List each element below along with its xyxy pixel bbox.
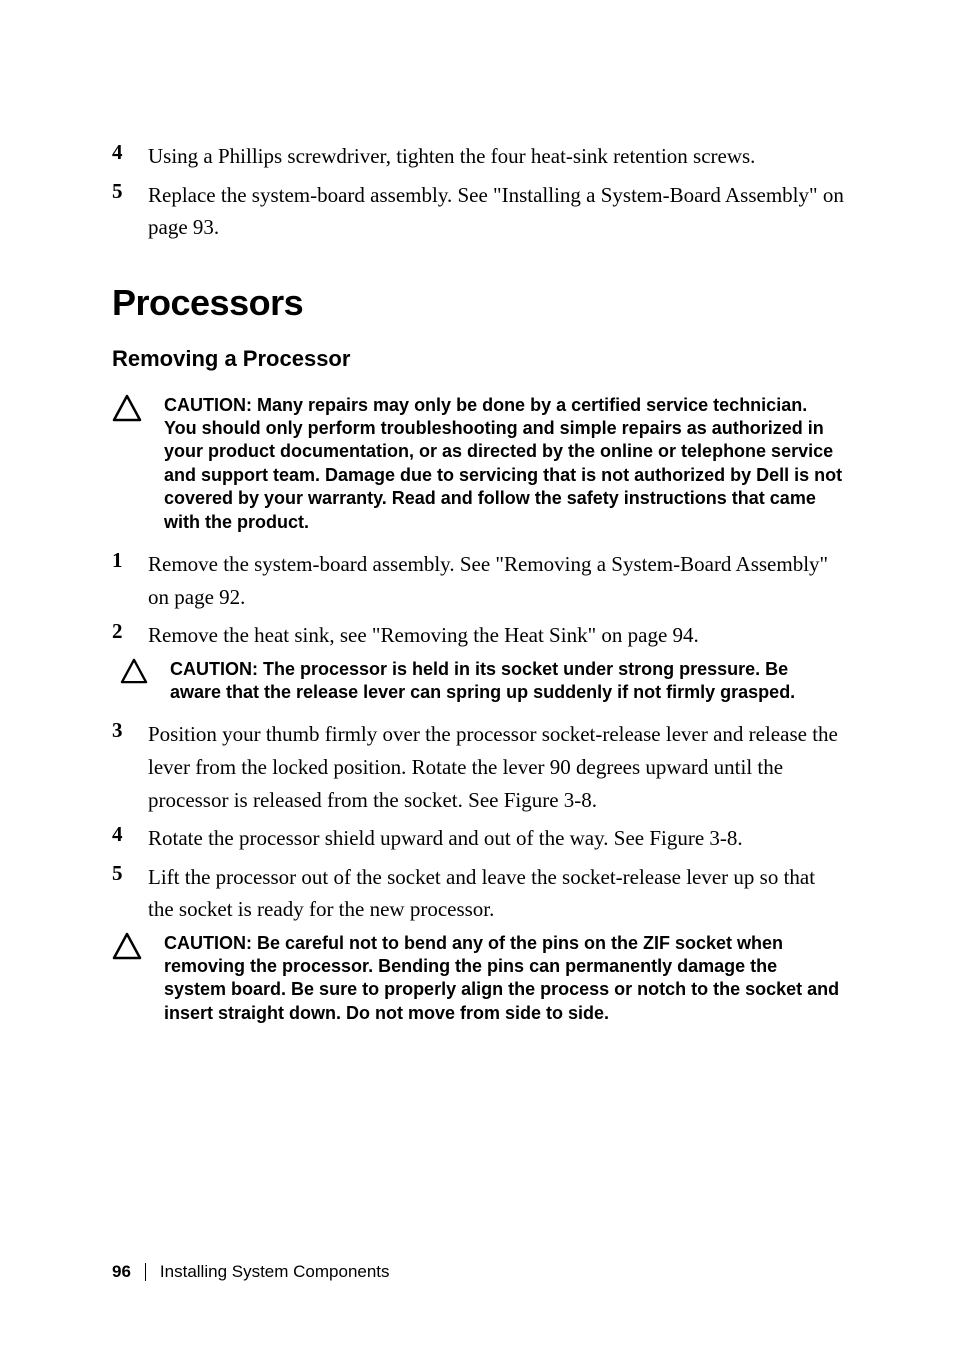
caution-text: CAUTION: Many repairs may only be done b… [164,394,844,534]
list-item: 5 Lift the processor out of the socket a… [112,861,844,926]
list-item: 4 Using a Phillips screwdriver, tighten … [112,140,844,173]
caution-icon [112,932,164,1026]
list-text: Remove the heat sink, see "Removing the … [148,619,844,652]
list-text: Remove the system-board assembly. See "R… [148,548,844,613]
caution-icon [112,394,164,534]
list-text: Position your thumb firmly over the proc… [148,718,844,816]
list-item: 3 Position your thumb firmly over the pr… [112,718,844,816]
list-number: 4 [112,822,148,855]
page-footer: 96 Installing System Components [112,1262,390,1282]
list-item: 2 Remove the heat sink, see "Removing th… [112,619,844,652]
list-text: Rotate the processor shield upward and o… [148,822,844,855]
page-container: 4 Using a Phillips screwdriver, tighten … [0,0,954,1354]
list-number: 4 [112,140,148,173]
section-heading: Processors [112,282,844,324]
footer-divider [145,1263,146,1281]
list-text: Replace the system-board assembly. See "… [148,179,844,244]
list-item: 1 Remove the system-board assembly. See … [112,548,844,613]
list-item: 5 Replace the system-board assembly. See… [112,179,844,244]
caution-block: CAUTION: Be careful not to bend any of t… [112,932,844,1026]
caution-block: CAUTION: The processor is held in its so… [114,658,844,705]
caution-text: CAUTION: Be careful not to bend any of t… [164,932,844,1026]
subsection-heading: Removing a Processor [112,346,844,372]
footer-section: Installing System Components [160,1262,390,1282]
list-number: 2 [112,619,148,652]
caution-icon [114,658,170,705]
caution-block: CAUTION: Many repairs may only be done b… [112,394,844,534]
list-number: 5 [112,179,148,244]
list-number: 5 [112,861,148,926]
list-text: Using a Phillips screwdriver, tighten th… [148,140,844,173]
page-number: 96 [112,1262,131,1282]
caution-text: CAUTION: The processor is held in its so… [170,658,844,705]
list-number: 1 [112,548,148,613]
list-number: 3 [112,718,148,816]
list-text: Lift the processor out of the socket and… [148,861,844,926]
list-item: 4 Rotate the processor shield upward and… [112,822,844,855]
